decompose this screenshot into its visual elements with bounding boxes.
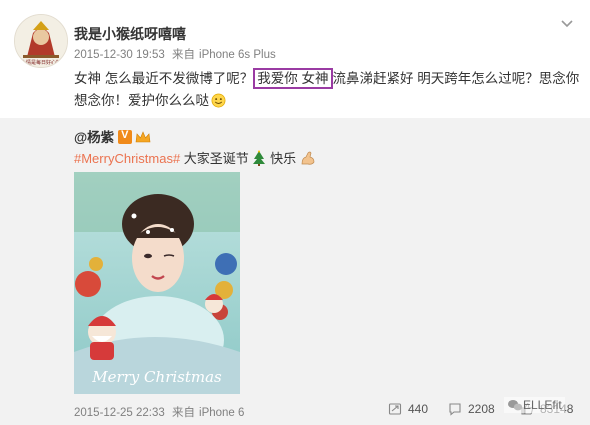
author-avatar[interactable]: 心情是每日好心好 — [14, 14, 68, 68]
repost-date[interactable]: 2015-12-25 22:33 — [74, 407, 165, 419]
muscle-icon — [301, 151, 315, 165]
repost-meta: 2015-12-25 22:33 来自 iPhone 6 — [74, 404, 248, 420]
repost-photo[interactable]: Merry Christmas — [74, 172, 240, 394]
crown-icon — [135, 131, 151, 143]
comment-count: 2208 — [468, 402, 495, 416]
post-author-name[interactable]: 我是小猴纸呀嘻嘻 — [74, 24, 186, 44]
wechat-icon — [508, 400, 523, 411]
photo-caption: Merry Christmas — [91, 368, 222, 386]
repost-action[interactable]: 440 — [388, 402, 428, 416]
chevron-down-icon[interactable] — [558, 14, 576, 32]
repost-count: 440 — [408, 402, 429, 416]
christmas-photo-illustration: Merry Christmas — [74, 172, 240, 394]
comment-action[interactable]: 2208 — [448, 402, 495, 416]
repost-device[interactable]: iPhone 6 — [199, 407, 244, 419]
weibo-post: 心情是每日好心好 我是小猴纸呀嘻嘻 2015-12-30 19:53 来自 iPh… — [0, 0, 590, 118]
avatar-caption: 心情是每日好心好 — [21, 59, 61, 66]
repost-icon — [388, 403, 402, 415]
repost-source-prefix: 来自 — [172, 407, 196, 419]
repost-text-b: 快乐 — [270, 151, 297, 166]
highlight-box: 我爱你 女神 — [253, 68, 333, 89]
repost-author-name[interactable]: @杨紫 — [74, 130, 114, 145]
vip-badge-icon — [118, 129, 133, 144]
monkey-king-avatar-icon: 心情是每日好心好 — [15, 15, 67, 67]
christmas-tree-icon — [253, 150, 266, 166]
post-device[interactable]: iPhone 6s Plus — [199, 49, 276, 61]
repost-text-a: 大家圣诞节 — [180, 151, 249, 166]
topic-link[interactable]: #MerryChristmas# — [74, 151, 180, 166]
smiley-icon — [211, 93, 226, 108]
post-text-part1: 女神 怎么最近不发微博了呢？ — [74, 71, 254, 86]
post-meta: 2015-12-30 19:53 来自 iPhone 6s Plus — [74, 46, 280, 62]
comment-icon — [449, 403, 461, 416]
post-text: 女神 怎么最近不发微博了呢？ 我爱你 女神 流鼻涕赶紧好 明天跨年怎么过呢？思念你想… — [74, 68, 584, 112]
watermark-text: ELLEfit — [523, 398, 562, 412]
post-date[interactable]: 2015-12-30 19:53 — [74, 49, 165, 61]
repost-text: #MerryChristmas# 大家圣诞节 快乐 — [74, 148, 316, 167]
repost-author-line: @杨紫 — [74, 126, 151, 146]
post-source-prefix: 来自 — [172, 49, 196, 61]
watermark: ELLEfit — [504, 397, 565, 413]
